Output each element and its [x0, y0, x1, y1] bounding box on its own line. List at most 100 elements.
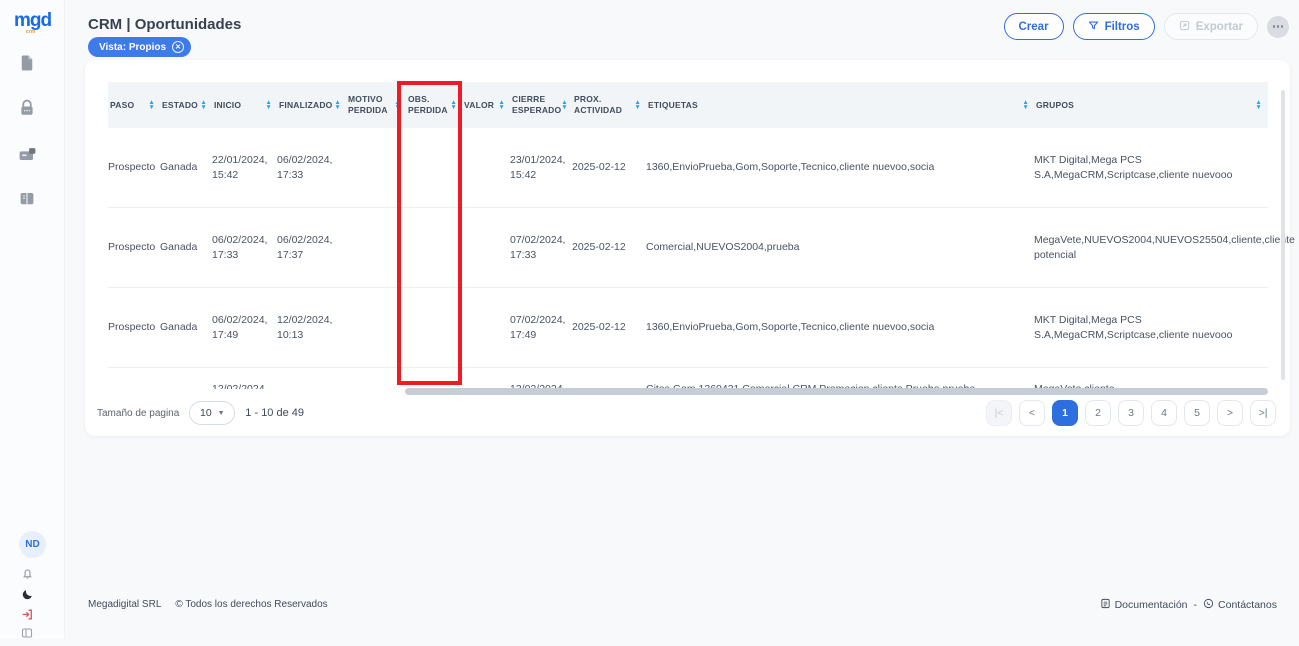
cell-cierre-esperado: 13/02/2024, — [510, 368, 572, 389]
sort-desc-icon: ▼ — [498, 105, 505, 110]
company-name: Megadigital SRL — [88, 599, 161, 610]
column-header-estado[interactable]: ESTADO▲▼ — [160, 82, 212, 128]
sort-icons[interactable]: ▲▼ — [561, 100, 568, 110]
collapse-sidebar-button[interactable] — [14, 620, 40, 646]
column-header-cierre-esperado[interactable]: CIERRE ESPERADO▲▼ — [510, 82, 572, 128]
documentation-link[interactable]: Documentación — [1100, 598, 1188, 612]
table-header-row: PASO▲▼ ESTADO▲▼ INICIO▲▼ FINALIZADO▲▼ MO… — [108, 82, 1268, 128]
settings-ellipsis-button[interactable] — [1267, 16, 1289, 38]
cell-cierre-esperado: 07/02/2024, 17:33 — [510, 233, 572, 263]
sort-icons[interactable]: ▲▼ — [634, 100, 641, 110]
app-logo[interactable]: mgd crm — [0, 10, 65, 35]
sort-icons[interactable]: ▲▼ — [498, 100, 505, 110]
card-icon — [18, 145, 37, 164]
lock-icon — [18, 99, 36, 117]
sort-desc-icon: ▼ — [1022, 105, 1029, 110]
prev-page-button[interactable]: < — [1019, 400, 1045, 426]
export-icon — [1179, 20, 1190, 34]
sort-desc-icon: ▼ — [200, 105, 207, 110]
vertical-scrollbar[interactable] — [1281, 90, 1285, 380]
export-button-label: Exportar — [1196, 21, 1243, 33]
cell-prox-actividad: 2025-02-12 — [572, 160, 646, 175]
next-page-button[interactable]: > — [1217, 400, 1243, 426]
page-button-4[interactable]: 4 — [1151, 400, 1177, 426]
sidebar-item-library[interactable] — [14, 186, 40, 212]
page-button-2[interactable]: 2 — [1085, 400, 1111, 426]
create-button-label: Crear — [1019, 21, 1049, 33]
last-page-button[interactable]: >| — [1250, 400, 1276, 426]
create-button[interactable]: Crear — [1004, 13, 1064, 40]
page-size-value: 10 — [200, 407, 212, 419]
sort-icons[interactable]: ▲▼ — [1255, 100, 1262, 110]
sort-icons[interactable]: ▲▼ — [148, 100, 155, 110]
page-title: CRM | Oportunidades — [88, 16, 241, 33]
first-page-button[interactable]: |< — [986, 400, 1012, 426]
sort-desc-icon: ▼ — [634, 105, 641, 110]
cell-etiquetas: 1360,EnvioPrueba,Gom,Soporte,Tecnico,cli… — [646, 160, 1034, 175]
filters-button-label: Filtros — [1105, 21, 1140, 33]
opportunities-table: PASO▲▼ ESTADO▲▼ INICIO▲▼ FINALIZADO▲▼ MO… — [108, 82, 1268, 389]
page-size-control: Tamaño de pagina 10 ▼ 1 - 10 de 49 — [97, 401, 304, 425]
cell-grupos: MKT Digital,Mega PCS S.A,MegaCRM,Scriptc… — [1034, 313, 1267, 343]
sort-desc-icon: ▼ — [1255, 105, 1262, 110]
chevron-down-icon: ▼ — [218, 410, 225, 417]
cell-estado: Ganada — [160, 240, 212, 255]
opportunities-card: PASO▲▼ ESTADO▲▼ INICIO▲▼ FINALIZADO▲▼ MO… — [85, 60, 1290, 436]
documentation-icon — [1100, 598, 1111, 612]
sort-desc-icon: ▼ — [561, 105, 568, 110]
cell-finalizado: 12/02/2024, 10:13 — [277, 313, 346, 343]
cell-cierre-esperado: 07/02/2024, 17:49 — [510, 313, 572, 343]
table-row[interactable]: Prospecto Ganada 22/01/2024, 15:42 06/02… — [108, 128, 1268, 208]
footer-company: Megadigital SRL © Todos los derechos Res… — [88, 599, 328, 610]
cell-finalizado: 06/02/2024, 17:33 — [277, 153, 346, 183]
table-row[interactable]: Prospecto Ganada 06/02/2024, 17:33 06/02… — [108, 208, 1268, 288]
view-filter-chip[interactable]: Vista: Propios ✕ — [88, 37, 191, 57]
sort-icons[interactable]: ▲▼ — [200, 100, 207, 110]
cell-etiquetas: 1360,EnvioPrueba,Gom,Soporte,Tecnico,cli… — [646, 320, 1034, 335]
cell-etiquetas: Citas,Gom,1360431,Comercial,CRM,Promocio… — [646, 368, 1034, 389]
sort-icons[interactable]: ▲▼ — [394, 100, 401, 110]
sidebar-item-security[interactable] — [14, 95, 40, 121]
contact-link[interactable]: Contáctanos — [1203, 598, 1277, 612]
page-button-1[interactable]: 1 — [1052, 400, 1078, 426]
column-header-finalizado[interactable]: FINALIZADO▲▼ — [277, 82, 346, 128]
moon-icon — [21, 588, 34, 601]
page-button-5[interactable]: 5 — [1184, 400, 1210, 426]
cell-inicio: 12/02/2024, — [212, 368, 277, 389]
filters-button[interactable]: Filtros — [1073, 13, 1155, 40]
column-header-prox-actividad[interactable]: PROX. ACTIVIDAD▲▼ — [572, 82, 646, 128]
cell-grupos: MegaVete,cliente — [1034, 368, 1267, 389]
document-icon — [18, 54, 36, 72]
bell-icon — [21, 567, 34, 580]
user-avatar[interactable]: ND — [19, 531, 46, 558]
cell-paso: Prospecto — [108, 320, 160, 335]
column-header-motivo-perdida[interactable]: MOTIVO PERDIDA▲▼ — [346, 82, 406, 128]
chip-close-icon[interactable]: ✕ — [172, 41, 184, 53]
book-icon — [18, 190, 36, 208]
sort-icons[interactable]: ▲▼ — [450, 100, 457, 110]
table-row[interactable]: Prospecto Ganada 06/02/2024, 17:49 12/02… — [108, 288, 1268, 368]
column-header-inicio[interactable]: INICIO▲▼ — [212, 82, 277, 128]
ellipsis-icon — [1273, 25, 1276, 28]
cell-finalizado: 06/02/2024, 17:37 — [277, 233, 346, 263]
sort-desc-icon: ▼ — [334, 105, 341, 110]
documentation-label: Documentación — [1115, 599, 1188, 611]
export-button[interactable]: Exportar — [1164, 13, 1258, 40]
sort-icons[interactable]: ▲▼ — [334, 100, 341, 110]
page-button-3[interactable]: 3 — [1118, 400, 1144, 426]
page-size-select[interactable]: 10 ▼ — [189, 401, 235, 425]
column-header-valor[interactable]: VALOR▲▼ — [462, 82, 510, 128]
sort-icons[interactable]: ▲▼ — [265, 100, 272, 110]
sort-icons[interactable]: ▲▼ — [1022, 100, 1029, 110]
sidebar-item-billing[interactable] — [14, 141, 40, 167]
table-footer: Tamaño de pagina 10 ▼ 1 - 10 de 49 |< < … — [97, 399, 1276, 427]
sort-desc-icon: ▼ — [394, 105, 401, 110]
column-header-obs-perdida[interactable]: OBS. PERDIDA▲▼ — [406, 82, 462, 128]
table-row-clipped[interactable]: 12/02/2024, 13/02/2024, Citas,Gom,136043… — [108, 368, 1268, 389]
horizontal-scrollbar[interactable] — [405, 388, 1268, 395]
cell-prox-actividad: 2025-02-12 — [572, 320, 646, 335]
column-header-paso[interactable]: PASO▲▼ — [108, 82, 160, 128]
column-header-etiquetas[interactable]: ETIQUETAS▲▼ — [646, 82, 1034, 128]
column-header-grupos[interactable]: GRUPOS▲▼ — [1034, 82, 1267, 128]
sidebar-item-documents[interactable] — [14, 50, 40, 76]
